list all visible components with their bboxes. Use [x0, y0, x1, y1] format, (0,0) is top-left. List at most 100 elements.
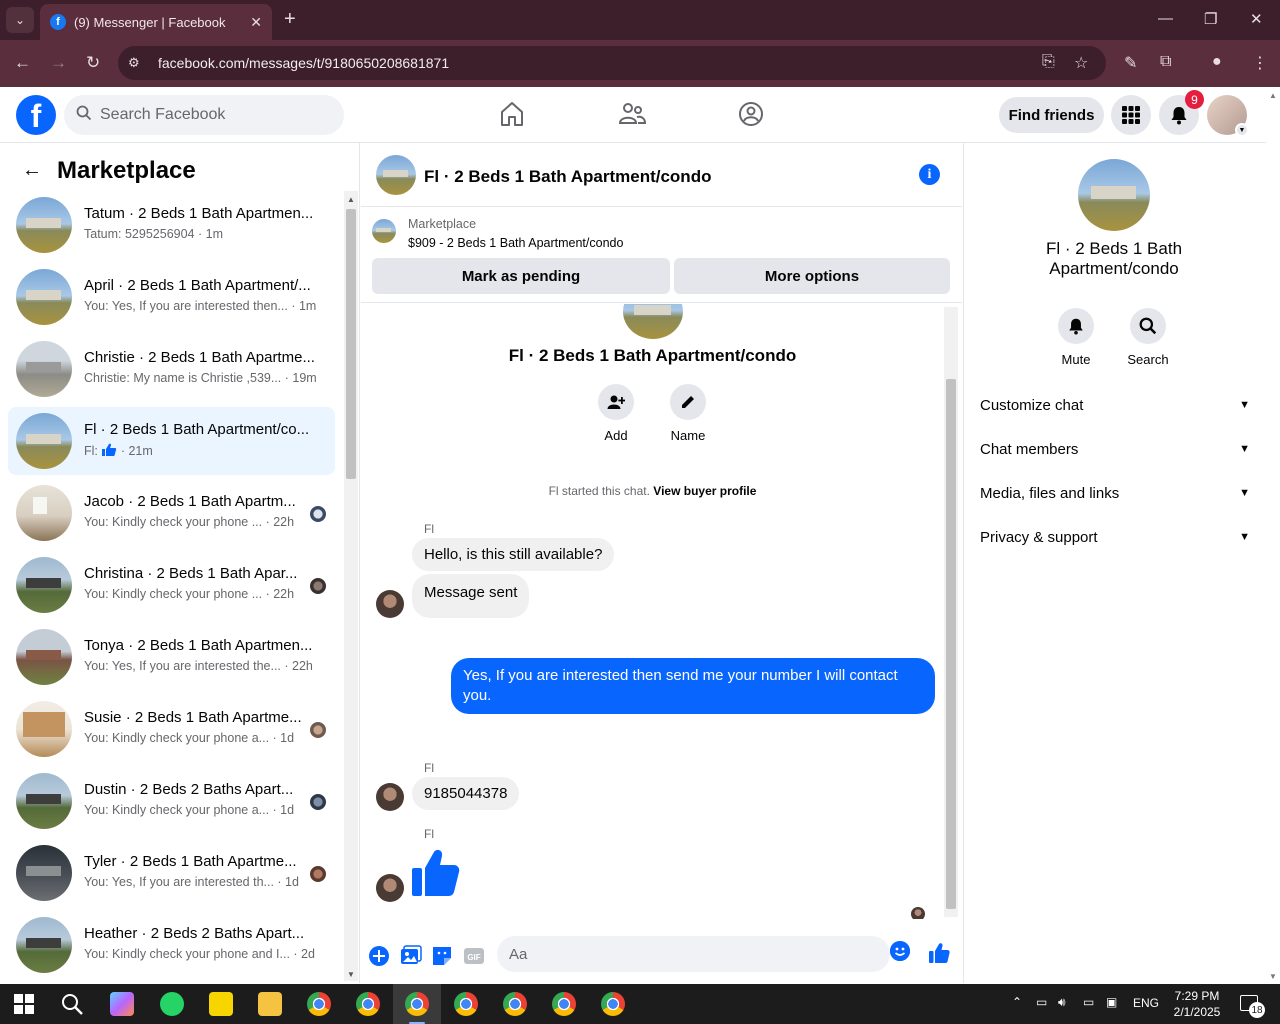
copilot-icon[interactable] [110, 992, 134, 1016]
window-close-icon[interactable]: ✕ [1250, 10, 1263, 28]
install-app-icon[interactable]: ⎘ [1042, 53, 1055, 71]
add-people-action[interactable]: Add [586, 384, 646, 443]
forward-icon[interactable]: → [50, 53, 67, 73]
search-input[interactable] [100, 106, 320, 124]
listing-price[interactable]: $909 - 2 Beds 1 Bath Apartment/condo [408, 236, 623, 250]
system-clock[interactable]: 7:29 PM 2/1/2025 [1172, 988, 1222, 1020]
chat-title[interactable]: Fl · 2 Beds 1 Bath Apartment/condo [424, 167, 711, 187]
conversation-item[interactable]: Jacob · 2 Beds 1 Bath Apartm... You: Kin… [8, 479, 335, 547]
chat-members-row[interactable]: Chat members ▼ [980, 431, 1250, 467]
sticker-icon[interactable] [431, 945, 453, 967]
sender-avatar[interactable] [376, 590, 404, 618]
reload-icon[interactable]: ↻ [86, 53, 100, 73]
conversation-item[interactable]: Tonya · 2 Beds 1 Bath Apartmen... You: Y… [8, 623, 335, 691]
like-thumbs-up-icon[interactable] [928, 942, 950, 964]
chrome-icon[interactable] [356, 992, 380, 1016]
thumbs-up-sticker-icon[interactable] [412, 848, 460, 898]
info-icon[interactable]: i [919, 164, 940, 185]
new-tab-button[interactable]: + [284, 9, 296, 29]
network-icon[interactable]: ▭ [1083, 995, 1094, 1009]
file-explorer-icon[interactable] [258, 992, 282, 1016]
chrome-icon[interactable] [454, 992, 478, 1016]
back-arrow-icon[interactable]: ← [22, 159, 42, 182]
chrome-icon[interactable] [601, 992, 625, 1016]
windows-start-icon[interactable] [12, 992, 36, 1016]
browser-tab[interactable]: f (9) Messenger | Facebook ✕ [40, 4, 272, 40]
meet-icon[interactable]: ▭ [1036, 995, 1047, 1009]
mark-as-pending-button[interactable]: Mark as pending [372, 258, 670, 294]
mute-action[interactable]: Mute [1046, 308, 1106, 367]
chrome-icon[interactable] [503, 992, 527, 1016]
conversation-item[interactable]: Tatum · 2 Beds 1 Bath Apartmen... Tatum:… [8, 191, 335, 259]
scroll-up-icon[interactable]: ▲ [347, 195, 355, 204]
listing-thumbnail[interactable] [372, 219, 396, 243]
conversation-item[interactable]: Susie · 2 Beds 1 Bath Apartme... You: Ki… [8, 695, 335, 763]
pen-icon[interactable]: ✎ [1124, 53, 1137, 73]
sidebar-scrollbar[interactable]: ▲ ▼ [344, 191, 358, 981]
conversation-item[interactable]: Dustin · 2 Beds 2 Baths Apart... You: Ki… [8, 767, 335, 835]
show-hidden-icons-icon[interactable]: ⌃ [1012, 995, 1022, 1009]
search-icon[interactable] [60, 992, 84, 1016]
battery-icon[interactable]: ▣ [1106, 995, 1117, 1009]
whatsapp-icon[interactable] [160, 992, 184, 1016]
sender-avatar[interactable] [376, 783, 404, 811]
browser-menu-icon[interactable]: ⋮ [1252, 53, 1268, 73]
site-info-icon[interactable]: ⚙ [128, 55, 140, 71]
emoji-icon[interactable] [890, 941, 910, 961]
message-input[interactable] [509, 945, 849, 963]
conversation-item[interactable]: Tyler · 2 Beds 1 Bath Apartme... You: Ye… [8, 839, 335, 907]
menu-grid-icon[interactable] [1111, 95, 1151, 135]
volume-icon[interactable]: 🔊︎ [1058, 995, 1066, 1010]
minimize-icon[interactable]: — [1158, 10, 1173, 27]
photo-icon[interactable] [400, 945, 422, 967]
address-bar[interactable]: ⚙ facebook.com/messages/t/91806502086818… [118, 46, 1106, 80]
facebook-search[interactable] [64, 95, 344, 135]
view-buyer-profile-link[interactable]: View buyer profile [653, 484, 756, 498]
conversation-item-active[interactable]: Fl · 2 Beds 1 Bath Apartment/co... Fl: ·… [8, 407, 335, 475]
find-friends-button[interactable]: Find friends [999, 97, 1104, 133]
home-icon[interactable] [497, 99, 527, 129]
conversation-item[interactable]: Heather · 2 Beds 2 Baths Apart... You: K… [8, 911, 335, 979]
back-icon[interactable]: ← [14, 53, 31, 73]
chrome-icon[interactable] [552, 992, 576, 1016]
incoming-message[interactable]: 9185044378 [412, 777, 520, 810]
customize-chat-row[interactable]: Customize chat ▼ [980, 387, 1250, 423]
search-in-chat-action[interactable]: Search [1118, 308, 1178, 367]
bookmark-star-icon[interactable]: ☆ [1074, 53, 1088, 73]
incoming-message[interactable]: Message sent [412, 574, 530, 618]
friends-icon[interactable] [617, 99, 647, 129]
language-indicator[interactable]: ENG [1133, 996, 1159, 1010]
gif-icon[interactable]: GIF [463, 945, 485, 967]
message-input-box[interactable] [497, 936, 890, 972]
media-files-links-row[interactable]: Media, files and links ▼ [980, 475, 1250, 511]
sender-avatar[interactable] [376, 874, 404, 902]
sticky-notes-icon[interactable] [209, 992, 233, 1016]
chat-scrollbar[interactable] [944, 307, 958, 917]
extensions-icon[interactable]: ⧉ [1160, 53, 1171, 71]
chat-details-avatar[interactable] [1078, 159, 1150, 231]
more-options-button[interactable]: More options [674, 258, 950, 294]
chrome-icon[interactable] [307, 992, 331, 1016]
notification-center-icon[interactable]: 18 [1240, 995, 1265, 1018]
tab-search-button[interactable]: ⌄ [6, 7, 34, 33]
scroll-down-icon[interactable]: ▼ [347, 970, 355, 979]
restore-icon[interactable]: ❐ [1204, 10, 1217, 28]
tab-close-icon[interactable]: ✕ [250, 14, 262, 31]
profile-icon[interactable]: ● [1212, 53, 1222, 71]
outgoing-message[interactable]: Yes, If you are interested then send me … [451, 658, 935, 714]
conversation-item[interactable]: Christie · 2 Beds 1 Bath Apartme... Chri… [8, 335, 335, 403]
scrollbar-thumb[interactable] [946, 379, 956, 909]
conversation-item[interactable]: Christina · 2 Beds 1 Bath Apar... You: K… [8, 551, 335, 619]
name-chat-action[interactable]: Name [658, 384, 718, 443]
privacy-support-row[interactable]: Privacy & support ▼ [980, 519, 1250, 555]
page-scrollbar[interactable]: ▲ ▼ [1266, 87, 1280, 983]
groups-icon[interactable] [736, 99, 766, 129]
incoming-message[interactable]: Hello, is this still available? [412, 538, 615, 571]
conversation-item[interactable]: April · 2 Beds 1 Bath Apartment/... You:… [8, 263, 335, 331]
scroll-up-icon[interactable]: ▲ [1269, 91, 1277, 100]
account-avatar[interactable]: ▼ [1207, 95, 1249, 137]
facebook-logo-icon[interactable]: f [16, 95, 56, 135]
chat-avatar[interactable] [376, 155, 416, 195]
chrome-icon[interactable] [405, 992, 429, 1016]
scroll-down-icon[interactable]: ▼ [1269, 972, 1277, 981]
